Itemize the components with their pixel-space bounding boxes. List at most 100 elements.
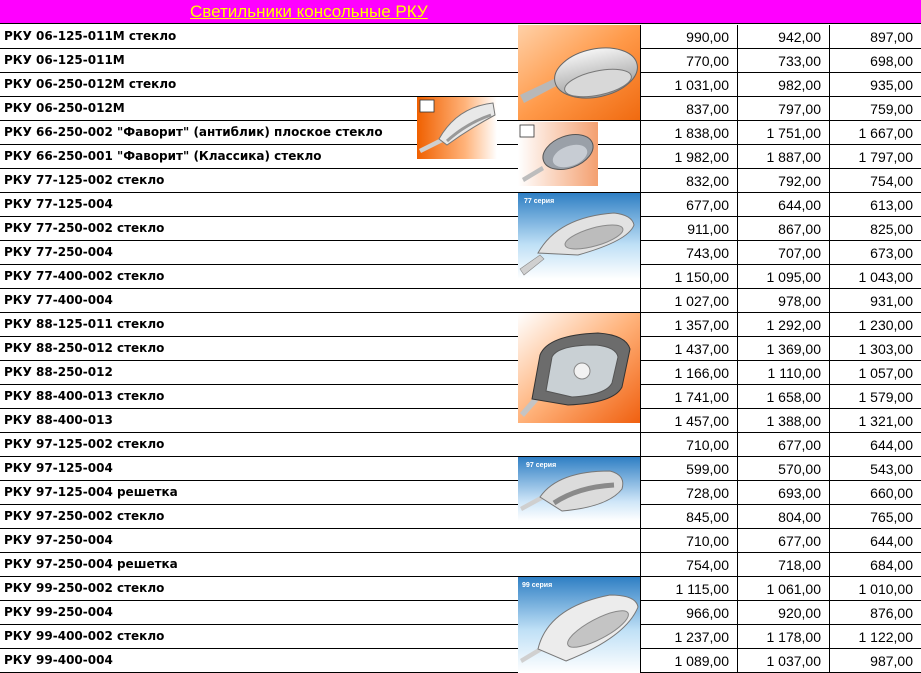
price-p1: 1 031,00 <box>640 73 737 96</box>
price-p1: 966,00 <box>640 601 737 624</box>
table-row: РКУ 97-125-004 599,00 570,00 543,00 <box>0 457 921 481</box>
price-p1: 710,00 <box>640 433 737 456</box>
price-p1: 1 457,00 <box>640 409 737 432</box>
price-p3: 931,00 <box>829 289 921 312</box>
price-p1: 911,00 <box>640 217 737 240</box>
product-name: РКУ 99-250-004 <box>4 605 113 619</box>
price-p1: 1 237,00 <box>640 625 737 648</box>
series-99-label: 99 серия <box>522 582 552 589</box>
table-row: РКУ 06-125-011М стекло 990,00 942,00 897,00 <box>0 25 921 49</box>
price-p3: 1 797,00 <box>829 145 921 168</box>
price-p1: 754,00 <box>640 553 737 576</box>
product-name: РКУ 97-250-004 <box>4 533 113 547</box>
price-p2: 867,00 <box>737 217 829 240</box>
price-p2: 1 388,00 <box>737 409 829 432</box>
table-row: РКУ 99-250-002 стекло 1 115,00 1 061,00 1 0… <box>0 577 921 601</box>
product-name: РКУ 88-250-012 стекло <box>4 341 165 355</box>
product-name: РКУ 88-400-013 стекло <box>4 389 165 403</box>
price-p3: 935,00 <box>829 73 921 96</box>
price-p2: 978,00 <box>737 289 829 312</box>
price-p3: 1 057,00 <box>829 361 921 384</box>
photo-rku-06 <box>518 25 640 120</box>
price-p1: 832,00 <box>640 169 737 192</box>
product-name: РКУ 88-400-013 <box>4 413 113 427</box>
photo-rku-97: 97 серия <box>518 457 640 521</box>
table-row: РКУ 99-400-004 1 089,00 1 037,00 987,00 <box>0 649 921 673</box>
product-name: РКУ 66-250-001 "Фаворит" (Классика) стек… <box>4 149 322 163</box>
product-name: РКУ 88-125-011 стекло <box>4 317 165 331</box>
photo-rku-99: 99 серия <box>518 577 640 673</box>
price-p3: 644,00 <box>829 529 921 552</box>
price-p1: 728,00 <box>640 481 737 504</box>
product-name: РКУ 77-250-004 <box>4 245 113 259</box>
photo-rku-66-classic <box>518 122 598 186</box>
product-name: РКУ 66-250-002 "Фаворит" (антиблик) плос… <box>4 125 383 139</box>
price-p3: 759,00 <box>829 97 921 120</box>
price-p2: 1 110,00 <box>737 361 829 384</box>
price-p3: 987,00 <box>829 649 921 672</box>
price-p1: 1 089,00 <box>640 649 737 672</box>
photo-rku-77: 77 серия <box>518 193 640 279</box>
price-p3: 1 122,00 <box>829 625 921 648</box>
price-p1: 1 115,00 <box>640 577 737 600</box>
price-p2: 1 658,00 <box>737 385 829 408</box>
product-name: РКУ 77-250-002 стекло <box>4 221 165 235</box>
product-name: РКУ 97-250-004 решетка <box>4 557 178 571</box>
price-p3: 1 321,00 <box>829 409 921 432</box>
table-row: РКУ 77-125-002 стекло 832,00 792,00 754,00 <box>0 169 921 193</box>
price-p2: 1 887,00 <box>737 145 829 168</box>
price-p2: 1 292,00 <box>737 313 829 336</box>
price-p3: 765,00 <box>829 505 921 528</box>
photo-rku-66-antiglare <box>417 97 497 159</box>
table-row: РКУ 06-125-011М 770,00 733,00 698,00 <box>0 49 921 73</box>
price-p2: 644,00 <box>737 193 829 216</box>
table-row: РКУ 88-400-013 1 457,00 1 388,00 1 321,00 <box>0 409 921 433</box>
price-p1: 1 150,00 <box>640 265 737 288</box>
price-p3: 825,00 <box>829 217 921 240</box>
price-p1: 845,00 <box>640 505 737 528</box>
price-p2: 797,00 <box>737 97 829 120</box>
table-row: РКУ 77-250-004 743,00 707,00 673,00 <box>0 241 921 265</box>
price-p1: 1 838,00 <box>640 121 737 144</box>
price-p3: 543,00 <box>829 457 921 480</box>
price-p2: 1 061,00 <box>737 577 829 600</box>
price-p1: 770,00 <box>640 49 737 72</box>
table-row: РКУ 88-400-013 стекло 1 741,00 1 658,00 1 5… <box>0 385 921 409</box>
price-p1: 710,00 <box>640 529 737 552</box>
product-name: РКУ 77-125-002 стекло <box>4 173 165 187</box>
price-p3: 698,00 <box>829 49 921 72</box>
product-name: РКУ 06-250-012М стекло <box>4 77 177 91</box>
table-row: РКУ 97-125-004 решетка 728,00 693,00 660,00 <box>0 481 921 505</box>
price-p3: 660,00 <box>829 481 921 504</box>
price-p1: 1 437,00 <box>640 337 737 360</box>
price-p1: 1 166,00 <box>640 361 737 384</box>
price-p3: 673,00 <box>829 241 921 264</box>
price-p3: 684,00 <box>829 553 921 576</box>
table-row: РКУ 99-250-004 966,00 920,00 876,00 <box>0 601 921 625</box>
price-p2: 1 178,00 <box>737 625 829 648</box>
table-row: РКУ 97-125-002 стекло 710,00 677,00 644,00 <box>0 433 921 457</box>
table-row: РКУ 99-400-002 стекло 1 237,00 1 178,00 1 1… <box>0 625 921 649</box>
price-p3: 1 303,00 <box>829 337 921 360</box>
product-name: РКУ 99-400-002 стекло <box>4 629 165 643</box>
series-77-label: 77 серия <box>524 198 554 205</box>
product-name: РКУ 99-250-002 стекло <box>4 581 165 595</box>
product-name: РКУ 06-125-011М <box>4 53 125 67</box>
product-name: РКУ 97-125-004 <box>4 461 113 475</box>
price-p1: 599,00 <box>640 457 737 480</box>
price-p2: 677,00 <box>737 529 829 552</box>
price-p1: 677,00 <box>640 193 737 216</box>
product-name: РКУ 77-400-002 стекло <box>4 269 165 283</box>
price-p1: 1 741,00 <box>640 385 737 408</box>
price-p2: 942,00 <box>737 25 829 48</box>
price-p3: 1 579,00 <box>829 385 921 408</box>
product-name: РКУ 97-125-002 стекло <box>4 437 165 451</box>
price-p3: 754,00 <box>829 169 921 192</box>
page-title: Светильники консольные РКУ <box>190 2 428 21</box>
price-p2: 707,00 <box>737 241 829 264</box>
price-p3: 876,00 <box>829 601 921 624</box>
price-p3: 1 667,00 <box>829 121 921 144</box>
price-p1: 743,00 <box>640 241 737 264</box>
product-name: РКУ 06-125-011М стекло <box>4 29 177 43</box>
price-p3: 613,00 <box>829 193 921 216</box>
